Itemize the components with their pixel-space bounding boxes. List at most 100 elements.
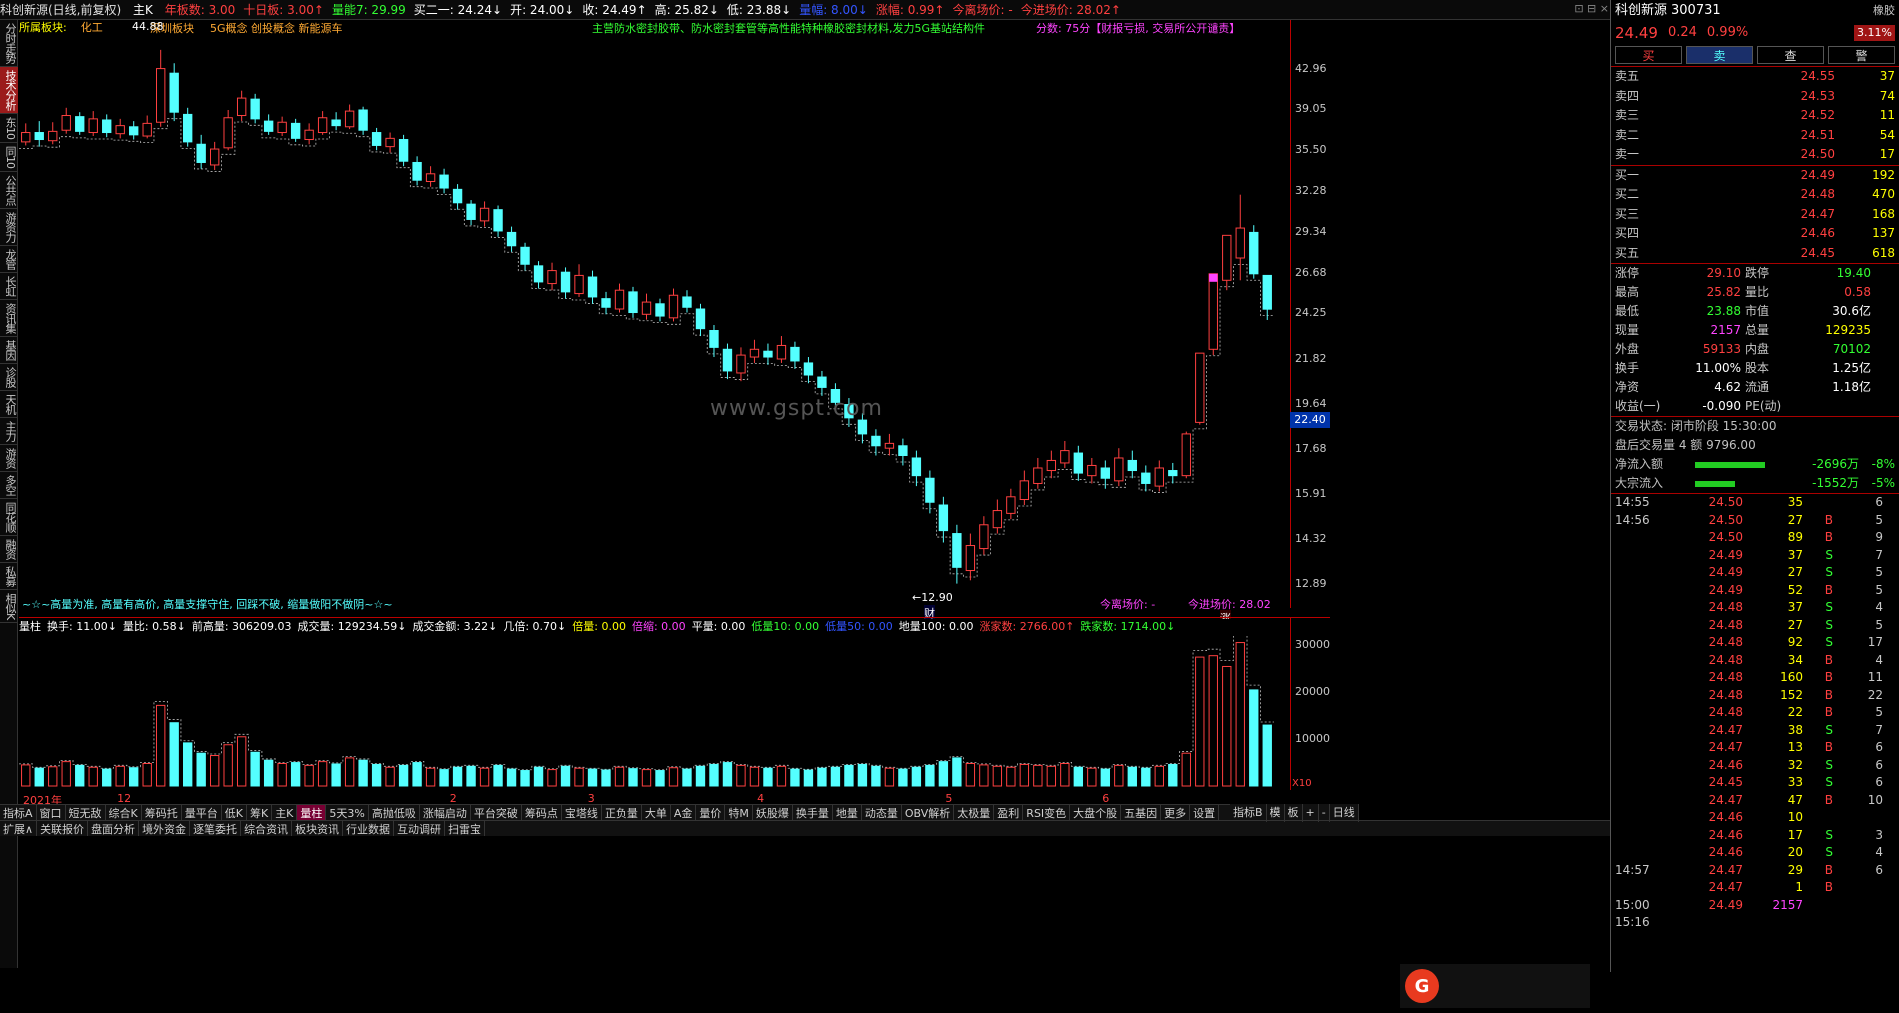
candle[interactable]: [1073, 445, 1084, 481]
tab-bottom_tabs2-7[interactable]: 行业数据: [343, 821, 395, 836]
candle[interactable]: [560, 267, 571, 299]
trade-button-0[interactable]: 买: [1615, 46, 1682, 64]
candle[interactable]: [1060, 440, 1070, 468]
candle[interactable]: [1141, 465, 1151, 492]
candle[interactable]: [911, 450, 922, 487]
tab-bottom_tabs2-5[interactable]: 综合资讯: [241, 821, 293, 836]
candle[interactable]: [749, 339, 760, 363]
tab-bottom_tabs-9[interactable]: 量柱: [297, 805, 327, 820]
candle[interactable]: [614, 283, 625, 313]
candle[interactable]: [992, 499, 1003, 534]
tab-bottom_tabs-29[interactable]: 大盘个股: [1070, 805, 1122, 820]
candle[interactable]: [48, 122, 58, 145]
book-row[interactable]: 卖一 24.50 17: [1611, 145, 1899, 165]
candle[interactable]: [223, 109, 233, 151]
tab-bottom_tabs-26[interactable]: 太极量: [954, 805, 995, 820]
tab-bottom_right-5[interactable]: 日线: [1330, 804, 1359, 822]
tab-bottom_tabs-11[interactable]: 高抛低吸: [369, 805, 420, 820]
tab-bottom_tabs2-8[interactable]: 互动调研: [394, 821, 446, 836]
tab-bottom_tabs-8[interactable]: 主K: [272, 805, 298, 820]
tab-bottom_tabs-7[interactable]: 筹K: [247, 805, 273, 820]
candle[interactable]: [533, 261, 544, 289]
tab-bottom_tabs2-6[interactable]: 板块资讯: [292, 821, 344, 836]
candle[interactable]: [1262, 274, 1272, 320]
candle[interactable]: [938, 496, 949, 543]
candle[interactable]: [425, 166, 436, 187]
left-tab-15[interactable]: 同花顺: [0, 499, 18, 536]
tab-bottom_tabs2-0[interactable]: 扩展∧: [0, 821, 38, 836]
candle[interactable]: [952, 524, 962, 584]
candle[interactable]: [1181, 431, 1191, 479]
candle[interactable]: [601, 291, 611, 315]
tab-bottom_tabs-13[interactable]: 平台突破: [471, 805, 522, 820]
tab-bottom_tabs-10[interactable]: 5天3%: [326, 805, 369, 820]
candle[interactable]: [290, 118, 301, 142]
book-row[interactable]: 买一 24.49 192: [1611, 166, 1899, 186]
candle[interactable]: [574, 264, 584, 297]
tab-bottom_right-2[interactable]: 板: [1285, 804, 1303, 822]
candle[interactable]: [452, 184, 463, 210]
tab-bottom_tabs2-4[interactable]: 逐笔委托: [190, 821, 242, 836]
tab-bottom_tabs2-3[interactable]: 境外资金: [139, 821, 191, 836]
book-row[interactable]: 卖五 24.55 37: [1611, 67, 1899, 87]
trade-button-3[interactable]: 警: [1828, 46, 1895, 64]
candle[interactable]: [317, 111, 328, 135]
tab-bottom_tabs-2[interactable]: 短无敌: [66, 805, 106, 820]
book-row[interactable]: 买四 24.46 137: [1611, 224, 1899, 244]
tab-bottom_right-4[interactable]: -: [1319, 804, 1330, 822]
candle[interactable]: [1154, 460, 1164, 492]
candle[interactable]: [209, 141, 220, 170]
candle[interactable]: [884, 433, 895, 456]
candle[interactable]: [61, 107, 71, 134]
left-tab-11[interactable]: 天机: [0, 391, 18, 418]
trade-button-1[interactable]: 卖: [1686, 46, 1753, 64]
left-tab-2[interactable]: 东10: [0, 114, 18, 143]
candle[interactable]: [88, 111, 98, 137]
tab-bottom_tabs-32[interactable]: 设置: [1190, 805, 1220, 820]
candle[interactable]: [1235, 194, 1245, 281]
tab-bottom_tabs2-1[interactable]: 关联报价: [37, 821, 89, 836]
candle[interactable]: [1087, 457, 1097, 484]
candle[interactable]: [979, 516, 989, 555]
candle[interactable]: [412, 156, 422, 186]
left-tab-4[interactable]: 公共点: [0, 172, 18, 209]
candle[interactable]: [142, 115, 152, 139]
left-tab-5[interactable]: 游资力: [0, 209, 18, 246]
industry-tag[interactable]: 橡胶: [1873, 0, 1895, 22]
candle[interactable]: [1127, 450, 1137, 479]
candle[interactable]: [331, 112, 341, 131]
candle[interactable]: [790, 341, 800, 369]
tab-bottom_tabs2-2[interactable]: 盘面分析: [88, 821, 140, 836]
candle[interactable]: [1046, 450, 1057, 479]
book-row[interactable]: 卖三 24.52 11: [1611, 106, 1899, 126]
kline-chart[interactable]: [19, 36, 1289, 610]
tab-bottom_tabs-31[interactable]: 更多: [1161, 805, 1191, 820]
candle[interactable]: [817, 370, 827, 396]
candle[interactable]: [385, 132, 395, 153]
left-tab-18[interactable]: 相似K: [0, 590, 18, 624]
candle[interactable]: [587, 270, 598, 304]
candle[interactable]: [102, 114, 112, 138]
candle[interactable]: [722, 343, 733, 380]
candle[interactable]: [1006, 488, 1016, 520]
tab-bottom_tabs-21[interactable]: 妖股爆: [753, 805, 793, 820]
candle[interactable]: [668, 288, 679, 322]
candle[interactable]: [1222, 234, 1232, 291]
candle[interactable]: [115, 118, 125, 139]
candle[interactable]: [871, 429, 881, 456]
candle[interactable]: [925, 470, 935, 514]
left-tab-7[interactable]: 长虹: [0, 273, 18, 300]
tab-bottom_tabs-3[interactable]: 综合K: [106, 805, 142, 820]
candle[interactable]: [641, 293, 652, 320]
book-row[interactable]: 买二 24.48 470: [1611, 185, 1899, 205]
candle[interactable]: [236, 90, 247, 122]
candle[interactable]: [1019, 470, 1030, 506]
trade-button-2[interactable]: 查: [1757, 46, 1824, 64]
tab-bottom_tabs-23[interactable]: 地量: [833, 805, 862, 820]
candle[interactable]: [965, 533, 976, 581]
tab-bottom_right-1[interactable]: 模: [1267, 804, 1285, 822]
candle[interactable]: [547, 262, 557, 291]
candle[interactable]: [439, 168, 449, 194]
left-tab-16[interactable]: 融资: [0, 536, 18, 563]
candle[interactable]: [493, 205, 503, 237]
